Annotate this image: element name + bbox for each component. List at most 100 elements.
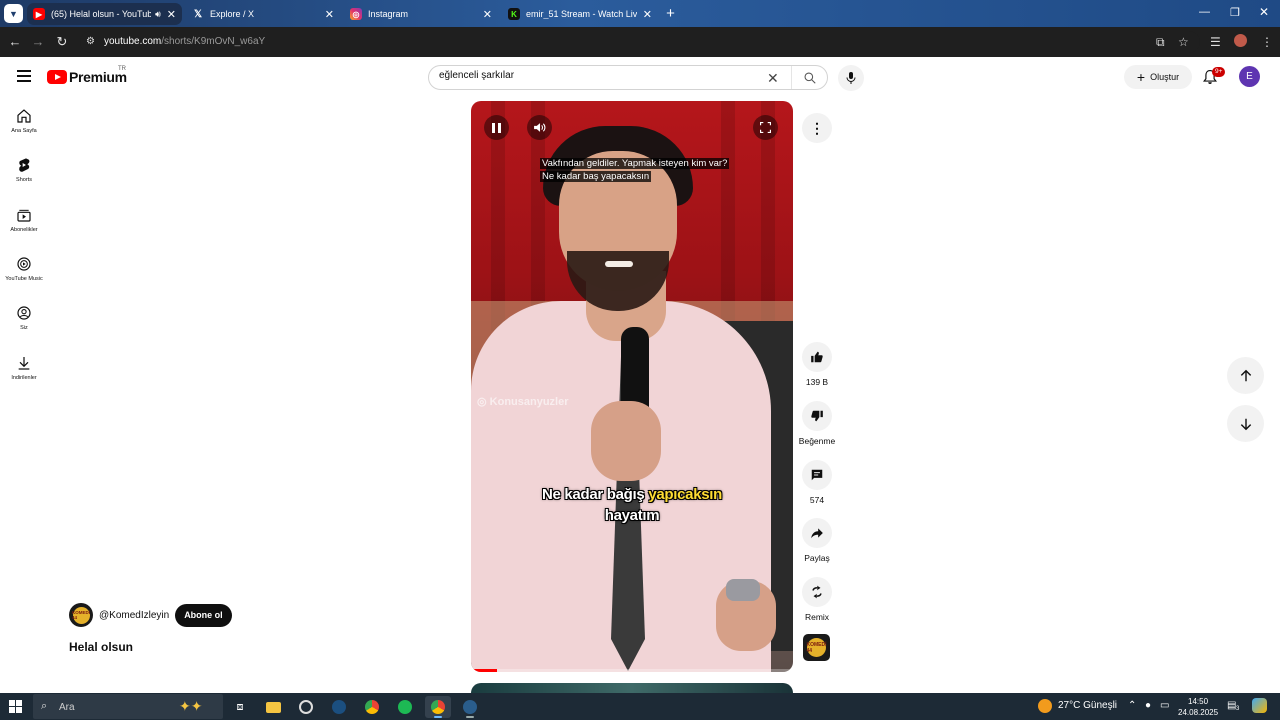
volume-button[interactable] — [527, 115, 552, 140]
channel-name[interactable]: @KomedIzleyin — [99, 610, 169, 621]
minimize-icon[interactable]: — — [1199, 6, 1210, 18]
tab-close-icon[interactable]: ✕ — [167, 8, 176, 21]
sidebar-item-label: YouTube Music — [5, 276, 43, 282]
spotify-icon[interactable] — [392, 696, 418, 718]
restore-icon[interactable]: ❐ — [1230, 6, 1240, 19]
dislike-label: Beğenme — [798, 436, 836, 446]
remix-icon — [812, 585, 822, 599]
tray-chevron-up-icon[interactable]: ⌃ — [1128, 700, 1136, 711]
downloads-icon — [18, 357, 30, 370]
steam-icon[interactable] — [326, 696, 352, 718]
create-label: Oluştur — [1150, 72, 1180, 82]
video-frame — [591, 401, 661, 481]
previous-short-button[interactable] — [1227, 357, 1264, 394]
new-tab-button[interactable]: + — [662, 5, 679, 22]
widgets-icon[interactable] — [1252, 698, 1267, 713]
more-options-icon[interactable]: ⋮ — [802, 113, 832, 143]
clear-search-icon[interactable]: ✕ — [767, 70, 779, 87]
taskbar-clock[interactable]: 14:50 24.08.2025 — [1178, 696, 1218, 718]
steam-active-icon[interactable] — [457, 696, 483, 718]
taskbar-search-placeholder: Ara — [59, 702, 75, 713]
subscribe-button[interactable]: Abone ol — [175, 603, 232, 627]
tab-instagram[interactable]: ◎ Instagram ✕ — [344, 3, 498, 25]
search-icon: ⌕ — [41, 700, 48, 712]
tab-youtube[interactable]: ▶ (65) Helal olsun - YouTube 🔊︎ ✕ — [27, 3, 182, 25]
plus-icon: + — [1136, 69, 1146, 85]
window-close-icon[interactable]: ✕ — [1259, 5, 1269, 19]
video-title[interactable]: Helal olsun — [69, 640, 133, 654]
sidebar-item-shorts[interactable]: Shorts — [0, 157, 48, 183]
x-favicon-icon: 𝕏 — [193, 8, 203, 20]
sidebar-item-downloads[interactable]: İndirilenler — [0, 355, 48, 381]
youtube-favicon-icon: ▶ — [33, 8, 45, 20]
sidebar-item-label: Abonelikler — [10, 227, 38, 233]
youtube-header: Premium TR ✕ + Oluştur 9+ E — [0, 57, 1280, 97]
weather-text[interactable]: 27°C Güneşli — [1058, 700, 1117, 711]
channel-logo-text: KOMEDİ 44 — [72, 606, 90, 624]
sidebar-item-youtube-music[interactable]: YouTube Music — [0, 256, 48, 282]
tab-search-chevron-icon[interactable]: ▼ — [4, 4, 23, 23]
more-menu-icon[interactable]: ⋮ — [1261, 35, 1273, 49]
sidebar-item-you[interactable]: Siz — [0, 305, 48, 331]
reload-icon[interactable]: ↻ — [54, 34, 70, 50]
tab-title: Explore / X — [210, 9, 255, 19]
sidebar-item-home[interactable]: Ana Sayfa — [0, 108, 48, 134]
shorts-video-player[interactable]: ◎ Konusanyuzler Vakfından geldiler. Yapm… — [471, 101, 793, 672]
cast-icon[interactable]: ⧉ — [1156, 35, 1165, 50]
pause-button[interactable] — [484, 115, 509, 140]
bookmark-star-icon[interactable]: ☆ — [1178, 35, 1189, 49]
dislike-button[interactable]: Beğenme — [797, 401, 837, 446]
channel-logo-text: KOMEDİ 44 — [807, 638, 827, 657]
sidebar-item-label: Siz — [20, 325, 28, 331]
subtitle-top: Vakfından geldiler. Yapmak isteyen kim v… — [540, 158, 730, 182]
subtitle-main: Ne kadar bağış yapıcaksın hayatım — [541, 486, 723, 524]
you-icon — [17, 306, 31, 320]
forward-arrow-icon[interactable]: → — [30, 34, 46, 49]
back-arrow-icon[interactable]: ← — [7, 34, 23, 49]
account-avatar[interactable]: E — [1239, 66, 1260, 87]
remix-button[interactable]: Remix — [797, 577, 837, 622]
site-info-icon[interactable]: ⚙ — [86, 36, 98, 48]
microphone-icon — [846, 72, 856, 84]
subscriptions-icon — [17, 209, 31, 222]
profile-avatar[interactable] — [1234, 34, 1247, 47]
task-view-icon[interactable]: ⧈ — [227, 696, 253, 718]
tab-close-icon[interactable]: ✕ — [325, 8, 334, 21]
tab-close-icon[interactable]: ✕ — [483, 8, 492, 21]
search-input[interactable] — [439, 70, 759, 81]
channel-thumbnail[interactable]: KOMEDİ 44 — [803, 634, 830, 661]
voice-search-button[interactable] — [838, 65, 864, 91]
clock-app-icon[interactable] — [293, 696, 319, 718]
chrome-icon[interactable] — [359, 696, 385, 718]
create-button[interactable]: + Oluştur — [1124, 65, 1192, 89]
video-progress-bar[interactable] — [471, 669, 793, 672]
audio-playing-icon[interactable]: 🔊︎ — [155, 9, 161, 20]
file-explorer-icon[interactable] — [260, 696, 286, 718]
share-button[interactable]: Paylaş — [797, 518, 837, 563]
search-button[interactable] — [791, 66, 828, 89]
notification-center-count: 3 — [1236, 706, 1240, 712]
tab-close-icon[interactable]: ✕ — [643, 8, 652, 21]
tab-kick[interactable]: K emir_51 Stream - Watch Live on Kick ✕ — [502, 3, 658, 25]
next-short-button[interactable] — [1227, 405, 1264, 442]
youtube-premium-logo[interactable]: Premium TR — [47, 66, 127, 85]
comment-icon — [811, 469, 823, 481]
windows-start-icon[interactable] — [9, 700, 22, 713]
address-bar[interactable]: ⚙ youtube.com/shorts/K9mOvN_w6aY — [80, 31, 1200, 53]
weather-sun-icon[interactable] — [1038, 699, 1052, 713]
chrome-active-icon[interactable] — [425, 696, 451, 718]
hamburger-menu-icon[interactable] — [17, 70, 31, 82]
channel-avatar[interactable]: KOMEDİ 44 — [69, 603, 93, 627]
taskbar-search[interactable]: ⌕ Ara ✦✦ — [33, 694, 223, 719]
reading-list-icon[interactable]: ☰ — [1210, 35, 1221, 49]
tab-x[interactable]: 𝕏 Explore / X ✕ — [186, 3, 340, 25]
network-icon[interactable]: ▭ — [1160, 700, 1169, 711]
like-button[interactable]: 139 B — [797, 342, 837, 387]
fullscreen-button[interactable] — [753, 115, 778, 140]
video-frame — [605, 261, 633, 267]
pause-icon — [492, 122, 501, 133]
microphone-tray-icon[interactable]: ● — [1145, 700, 1151, 711]
sidebar-item-subscriptions[interactable]: Abonelikler — [0, 207, 48, 233]
comments-button[interactable]: 574 — [797, 460, 837, 505]
tab-title: Instagram — [368, 9, 409, 19]
